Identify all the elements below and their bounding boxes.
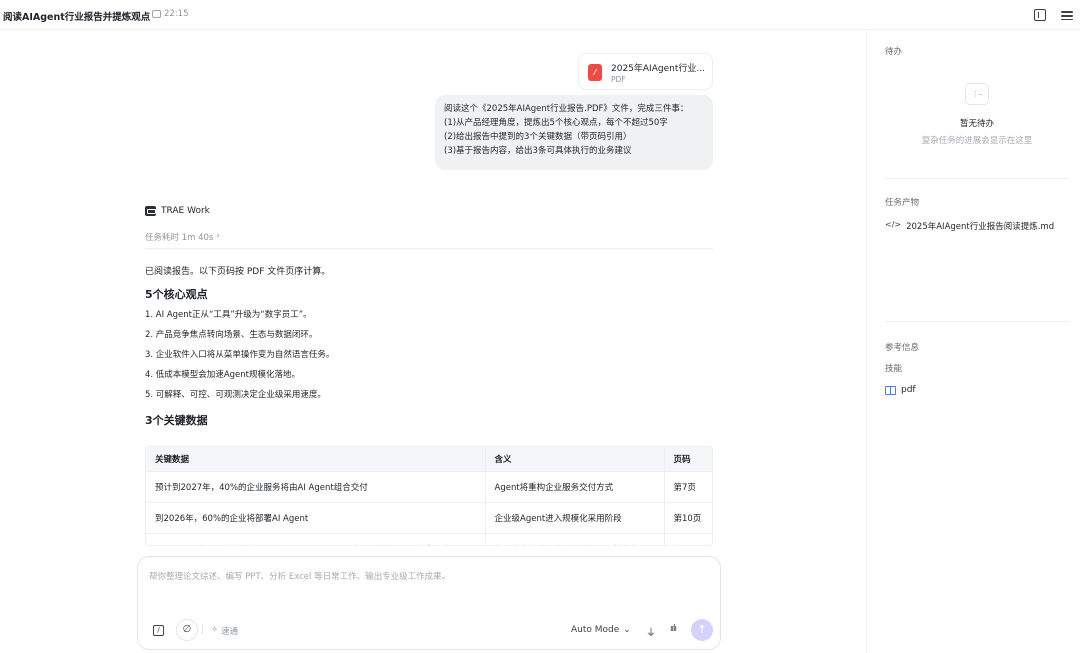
table-row: 到2026年，60%的企业将部署AI Agent 企业级Agent进入规模化采用… [146, 502, 712, 534]
skill-item[interactable]: pdf [885, 385, 916, 395]
section-heading-data: 3个关键数据 [145, 414, 208, 427]
empty-todo-desc: 复杂任务的进展会显示在这里 [921, 136, 1033, 146]
skill-name: pdf [901, 385, 916, 395]
conversation-area: ⁄ 2025年AIAgent行业... PDF 阅读这个《2025年AIAgen… [0, 31, 866, 653]
attachment-type: PDF [611, 75, 626, 84]
user-message-line: (1)从产品经理角度，提炼出5个核心观点，每个不超过50字 [444, 118, 668, 128]
key-data-table: 关键数据 含义 页码 预计到2027年，40%的企业服务将由AI Agent组合… [145, 446, 713, 546]
toggle-panel-icon[interactable] [1034, 9, 1046, 21]
empty-todo-title: 暂无待办 [959, 119, 994, 129]
speed-mode-button[interactable]: ✧ 速通 [211, 625, 238, 637]
table-cell: 第26页 [664, 533, 712, 545]
table-header: 含义 [485, 447, 665, 472]
divider [885, 321, 1069, 322]
book-icon [885, 385, 896, 395]
table-header-row: 关键数据 含义 页码 [146, 447, 712, 472]
list-item: 1. AI Agent正从“工具”升级为“数字员工”。 [145, 310, 312, 320]
user-message-line: (3)基于报告内容，给出3条可具体执行的业务建议 [444, 146, 632, 156]
table-cell: 到2026年，60%的企业将部署AI Agent [146, 502, 486, 534]
microphone-button[interactable]: ⏚ [646, 624, 656, 639]
divider [885, 178, 1069, 179]
agent-header: TRAE Work [145, 206, 210, 216]
table-cell: 第7页 [664, 471, 712, 503]
message-composer[interactable]: 帮你整理论文综述、编写 PPT、分析 Excel 等日常工作、输出专业级工作成果… [137, 556, 721, 650]
skills-title: 技能 [885, 364, 903, 374]
top-bar: 阅读AIAgent行业报告并提炼观点 22:15 [0, 0, 1080, 30]
slash-command-button[interactable]: / [153, 625, 164, 636]
agent-intro: 已阅读报告。以下页码按 PDF 文件页序计算。 [145, 267, 331, 277]
code-file-icon: </> [885, 220, 902, 229]
menu-icon[interactable] [1061, 9, 1073, 21]
side-panel: 待办 ⋮– 暂无待办 复杂任务的进展会显示在这里 任务产物 </> 2025年A… [866, 31, 1080, 653]
send-button[interactable]: ↑ [691, 619, 713, 641]
chevron-down-icon: ⌄ [623, 625, 631, 635]
chat-meta: 22:15 [152, 9, 189, 19]
table-row: OpenAI o1每百万输出令牌60美元，DeepSeek R1为2.19美元，… [146, 533, 712, 545]
user-message: 阅读这个《2025年AIAgent行业报告.PDF》文件，完成三件事： (1)从… [435, 95, 713, 170]
attachment-name: 2025年AIAgent行业... [611, 64, 705, 74]
agent-logo-icon [145, 206, 156, 216]
artifact-name: 2025年AIAgent行业报告阅读提炼.md [906, 222, 1055, 232]
reference-title: 参考信息 [885, 343, 920, 353]
list-item: 2. 产品竞争焦点转向场景、生态与数据闭环。 [145, 330, 318, 340]
table-row: 预计到2027年，40%的企业服务将由AI Agent组合交付 Agent将重构… [146, 471, 712, 503]
divider [145, 248, 713, 249]
todo-title: 待办 [885, 47, 903, 57]
mode-label: Auto Mode [571, 625, 620, 635]
list-item: 4. 低成本模型会加速Agent规模化落地。 [145, 370, 300, 380]
table-cell: Agent将重构企业服务交付方式 [485, 471, 665, 503]
list-item: 3. 企业软件入口将从菜单操作变为自然语言任务。 [145, 350, 335, 360]
chat-time: 22:15 [164, 9, 189, 19]
task-duration-text: 任务耗时 1m 40s [145, 233, 214, 243]
page-title: 阅读AIAgent行业报告并提炼观点 [3, 12, 151, 23]
table-cell: 第10页 [664, 502, 712, 534]
task-duration[interactable]: 任务耗时 1m 40s › [145, 231, 220, 243]
agent-name: TRAE Work [161, 206, 210, 216]
user-message-line: 阅读这个《2025年AIAgent行业报告.PDF》文件，完成三件事： [444, 104, 689, 114]
chevron-right-icon: › [216, 231, 220, 241]
table-cell: 预计到2027年，40%的企业服务将由AI Agent组合交付 [146, 471, 486, 503]
voice-wave-button[interactable]: ıılı [670, 624, 677, 634]
list-item: 5. 可解释、可控、可观测决定企业级采用速度。 [145, 390, 326, 400]
empty-list-icon: ⋮– [965, 83, 989, 105]
divider [202, 625, 203, 635]
composer-input[interactable]: 帮你整理论文综述、编写 PPT、分析 Excel 等日常工作、输出专业级工作成果… [149, 570, 450, 582]
mode-select[interactable]: Auto Mode ⌄ [571, 625, 631, 635]
table-header: 关键数据 [146, 447, 486, 472]
table-header: 页码 [664, 447, 712, 472]
speed-mode-label: 速通 [221, 627, 239, 637]
table-cell: OpenAI o1每百万输出令牌60美元，DeepSeek R1为2.19美元，… [146, 533, 486, 545]
attachment-card[interactable]: ⁄ 2025年AIAgent行业... PDF [578, 53, 713, 90]
attach-file-button[interactable]: ∅ [176, 619, 198, 641]
section-heading-points: 5个核心观点 [145, 288, 208, 301]
points-list: 1. AI Agent正从“工具”升级为“数字员工”。 2. 产品竞争焦点转向场… [145, 309, 334, 409]
pdf-file-icon: ⁄ [588, 64, 602, 81]
table-cell: 推理成本快速下降，推动Agent普惠化 [485, 533, 665, 545]
user-message-line: (2)给出报告中提到的3个关键数据（带页码引用） [444, 132, 632, 142]
artifact-item[interactable]: </> 2025年AIAgent行业报告阅读提炼.md [885, 220, 1054, 232]
artifacts-title: 任务产物 [885, 198, 920, 208]
sparkle-icon: ✧ [211, 625, 219, 635]
chat-icon [152, 10, 161, 18]
table-cell: 企业级Agent进入规模化采用阶段 [485, 502, 665, 534]
